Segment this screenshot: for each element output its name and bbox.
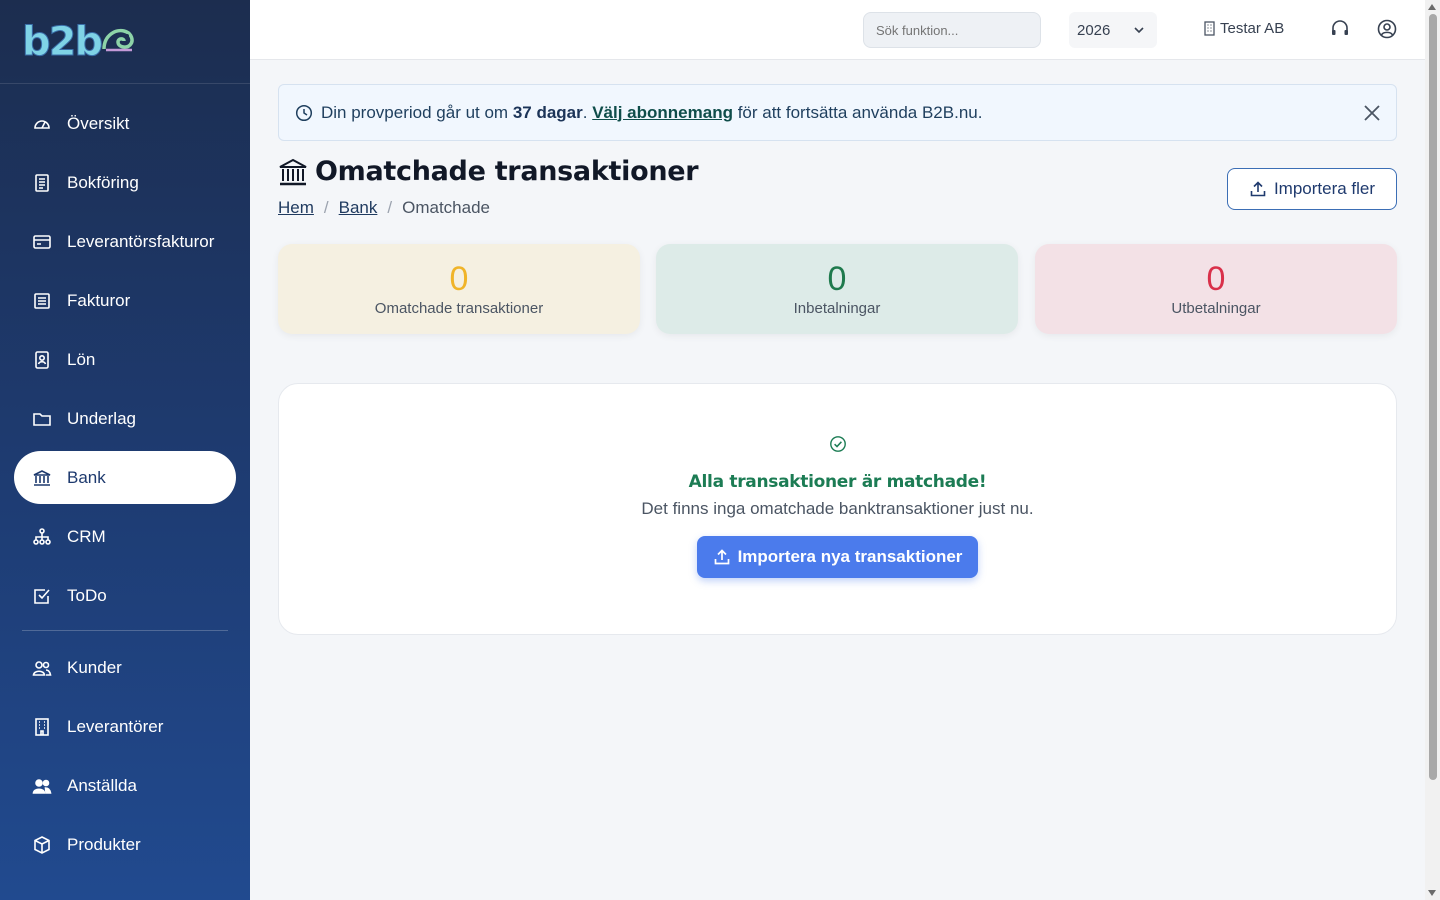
import-new-transactions-label: Importera nya transaktioner: [737, 547, 963, 566]
box-icon: [32, 835, 52, 855]
topbar: 2026 Testar AB: [250, 0, 1425, 60]
empty-state-title: Alla transaktioner är matchade!: [688, 472, 987, 492]
sidebar-divider: [22, 630, 228, 631]
building-icon: [32, 717, 52, 737]
stat-value: 0: [1206, 260, 1226, 298]
sidebar-item-todo[interactable]: ToDo: [14, 569, 236, 622]
sidebar-item-underlag[interactable]: Underlag: [14, 392, 236, 445]
employees-icon: [32, 776, 52, 796]
sidebar-item-label: Leverantörer: [67, 716, 164, 736]
breadcrumb-separator: /: [323, 198, 329, 217]
sidebar-item-label: Översikt: [67, 113, 130, 133]
building-icon: [1204, 21, 1215, 36]
alert-separator: .: [582, 102, 593, 122]
search-input[interactable]: [863, 12, 1041, 48]
sidebar-item-label: Underlag: [67, 408, 136, 428]
sidebar-item-label: Kunder: [67, 657, 122, 677]
alert-prefix: Din provperiod går ut om: [321, 102, 513, 122]
sidebar-item-kunder[interactable]: Kunder: [14, 641, 236, 694]
clock-icon: [295, 104, 313, 121]
stat-card-outgoing: 0 Utbetalningar: [1035, 244, 1397, 334]
choose-subscription-link[interactable]: Välj abonnemang: [592, 103, 733, 123]
sidebar-item-label: Bank: [67, 467, 106, 487]
upload-icon: [1250, 181, 1266, 197]
page-scrollbar[interactable]: [1425, 0, 1440, 900]
upload-icon: [714, 549, 729, 565]
page-heading: Omatchade transaktioner: [315, 156, 699, 187]
stat-label: Omatchade transaktioner: [374, 300, 544, 317]
sidebar-item-label: ToDo: [67, 585, 107, 605]
scroll-down-arrow-icon[interactable]: [1428, 890, 1436, 896]
stat-label: Utbetalningar: [1171, 300, 1261, 317]
credit-card-icon: [32, 232, 52, 252]
year-value: 2026: [1077, 21, 1111, 39]
network-icon: [32, 527, 52, 547]
folder-icon: [32, 409, 52, 429]
breadcrumb-separator: /: [387, 198, 393, 217]
sidebar-item-oversikt[interactable]: Översikt: [14, 97, 236, 150]
payroll-badge-icon: [32, 350, 52, 370]
stat-value: 0: [827, 260, 847, 298]
breadcrumb: Hem / Bank / Omatchade: [278, 198, 490, 218]
empty-state-card: Alla transaktioner är matchade! Det finn…: [278, 383, 1397, 635]
customers-icon: [32, 658, 52, 678]
check-circle-icon: [829, 436, 846, 452]
bank-icon: [279, 158, 307, 185]
sidebar-nav: Översikt Bokföring Leverantörsfakturor F…: [14, 97, 236, 877]
scroll-up-arrow-icon[interactable]: [1428, 4, 1436, 10]
company-name: Testar AB: [1220, 20, 1285, 37]
logo-text: b2b: [21, 19, 103, 65]
sidebar-item-label: Produkter: [67, 834, 141, 854]
breadcrumb-current: Omatchade: [402, 198, 491, 217]
sidebar-item-leverantorer[interactable]: Leverantörer: [14, 700, 236, 753]
user-account-icon[interactable]: [1376, 18, 1398, 40]
sidebar-item-leverantorsfakturor[interactable]: Leverantörsfakturor: [14, 215, 236, 268]
company-selector[interactable]: Testar AB: [1203, 20, 1284, 37]
checkbox-icon: [32, 586, 52, 606]
import-new-transactions-button[interactable]: Importera nya transaktioner: [697, 536, 978, 578]
logo-chameleon-icon: [101, 28, 134, 52]
close-icon[interactable]: [1362, 103, 1382, 123]
sidebar-item-bokforing[interactable]: Bokföring: [14, 156, 236, 209]
import-more-label: Importera fler: [1273, 179, 1376, 198]
empty-state-description: Det finns inga omatchade banktransaktion…: [641, 499, 1034, 518]
bank-icon: [32, 468, 52, 488]
sidebar-item-label: Anställda: [67, 775, 137, 795]
sidebar-item-bank[interactable]: Bank: [14, 451, 236, 504]
ledger-icon: [32, 173, 52, 193]
sidebar-item-label: Fakturor: [67, 290, 131, 310]
breadcrumb-home[interactable]: Hem: [278, 198, 314, 218]
sidebar-item-label: Lön: [67, 349, 96, 369]
sidebar-item-lon[interactable]: Lön: [14, 333, 236, 386]
sidebar: b2b Översikt Bokföring Leverantörsfaktur…: [0, 0, 250, 900]
sidebar-item-produkter[interactable]: Produkter: [14, 818, 236, 871]
stat-card-incoming: 0 Inbetalningar: [656, 244, 1018, 334]
sidebar-item-crm[interactable]: CRM: [14, 510, 236, 563]
dashboard-gauge-icon: [32, 114, 52, 134]
sidebar-item-label: Bokföring: [67, 172, 139, 192]
chevron-down-icon: [1134, 27, 1144, 34]
sidebar-item-anstallda[interactable]: Anställda: [14, 759, 236, 812]
breadcrumb-bank[interactable]: Bank: [339, 198, 378, 218]
sidebar-item-label: CRM: [67, 526, 106, 546]
stat-value: 0: [449, 260, 469, 298]
alert-suffix: för att fortsätta använda B2B.nu.: [732, 102, 983, 122]
sidebar-item-fakturor[interactable]: Fakturor: [14, 274, 236, 327]
trial-alert: Din provperiod går ut om 37 dagar . Välj…: [278, 84, 1397, 141]
year-select[interactable]: 2026: [1069, 12, 1157, 48]
logo[interactable]: b2b: [0, 0, 250, 84]
alert-days: 37 dagar: [512, 102, 583, 122]
sidebar-item-label: Leverantörsfakturor: [67, 231, 215, 251]
invoice-icon: [32, 291, 52, 311]
import-more-button[interactable]: Importera fler: [1227, 168, 1397, 210]
stat-label: Inbetalningar: [793, 300, 881, 317]
stat-card-unmatched: 0 Omatchade transaktioner: [278, 244, 640, 334]
page-title: Omatchade transaktioner: [278, 156, 699, 187]
support-headset-icon[interactable]: [1329, 18, 1351, 40]
scrollbar-thumb[interactable]: [1429, 14, 1437, 780]
